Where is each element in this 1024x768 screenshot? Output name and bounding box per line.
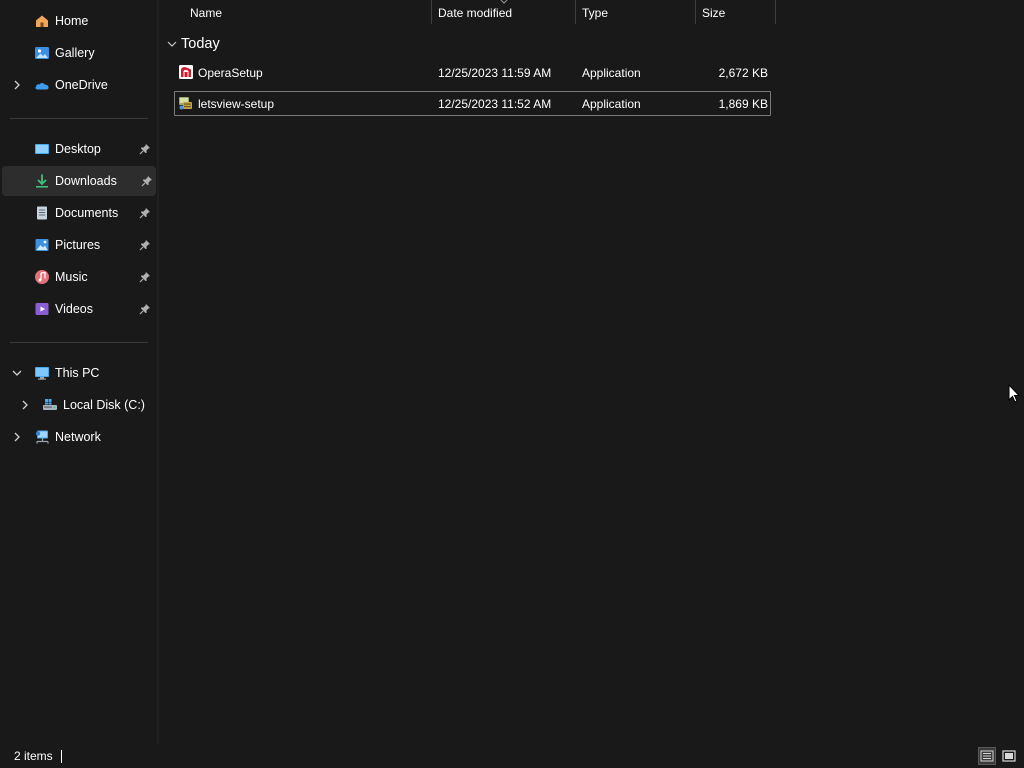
file-explorer-window: Home Gallery OneDrive Desktop Downloads …	[0, 0, 1024, 768]
pin-icon[interactable]	[140, 174, 154, 188]
opera-installer-icon	[178, 64, 194, 80]
column-header-size[interactable]: Size	[702, 0, 725, 26]
home-icon	[34, 13, 50, 29]
documents-icon	[34, 205, 50, 221]
setup-installer-icon	[178, 95, 194, 111]
group-header-today[interactable]: Today	[166, 34, 220, 54]
column-header-type[interactable]: Type	[582, 0, 608, 26]
videos-icon	[34, 301, 50, 317]
file-type: Application	[582, 96, 641, 111]
chevron-down-icon[interactable]	[11, 367, 23, 379]
sidebar-divider	[10, 118, 148, 119]
file-row-operasetup[interactable]: OperaSetup 12/25/2023 11:59 AM Applicati…	[174, 60, 771, 85]
sidebar-item-videos[interactable]: Videos	[2, 294, 154, 324]
sidebar-item-label: Gallery	[55, 46, 95, 60]
pin-icon[interactable]	[138, 206, 152, 220]
sidebar-item-label: Videos	[55, 302, 93, 316]
navigation-pane: Home Gallery OneDrive Desktop Downloads …	[0, 0, 156, 744]
pin-icon[interactable]	[138, 302, 152, 316]
item-count: 2 items	[14, 749, 53, 763]
sidebar-item-label: OneDrive	[55, 78, 108, 92]
sidebar-item-onedrive[interactable]: OneDrive	[2, 70, 154, 100]
sidebar-item-downloads[interactable]: Downloads	[2, 166, 156, 196]
chevron-right-icon[interactable]	[11, 79, 23, 91]
sidebar-item-pictures[interactable]: Pictures	[2, 230, 154, 260]
column-separator[interactable]	[575, 0, 576, 24]
column-separator[interactable]	[695, 0, 696, 24]
details-view-icon[interactable]	[978, 747, 996, 765]
sidebar-item-label: Desktop	[55, 142, 101, 156]
sidebar-item-label: Home	[55, 14, 89, 28]
sidebar-item-label: Pictures	[55, 238, 101, 252]
file-size: 1,869 KB	[718, 96, 768, 111]
file-date-modified: 12/25/2023 11:52 AM	[438, 96, 552, 111]
pictures-icon	[34, 237, 50, 253]
downloads-icon	[34, 173, 50, 189]
mouse-cursor-icon	[1008, 384, 1020, 403]
sidebar-item-label: Local Disk (C:)	[63, 398, 145, 412]
tiles-view-icon[interactable]	[1000, 747, 1018, 765]
onedrive-icon	[34, 77, 50, 93]
pin-icon[interactable]	[138, 270, 152, 284]
status-divider	[61, 750, 62, 763]
file-size: 2,672 KB	[718, 65, 768, 80]
sidebar-item-network[interactable]: Network	[2, 422, 154, 452]
chevron-right-icon[interactable]	[19, 399, 31, 411]
desktop-icon	[34, 141, 50, 157]
sidebar-item-desktop[interactable]: Desktop	[2, 134, 154, 164]
sidebar-item-documents[interactable]: Documents	[2, 198, 154, 228]
pin-icon[interactable]	[138, 238, 152, 252]
column-separator[interactable]	[431, 0, 432, 24]
sidebar-item-label: Music	[55, 270, 88, 284]
column-header-date-modified[interactable]: Date modified	[438, 0, 512, 26]
sidebar-item-label: Network	[55, 430, 101, 444]
pane-splitter[interactable]	[157, 0, 159, 744]
file-date-modified: 12/25/2023 11:59 AM	[438, 65, 552, 80]
file-row-letsview-setup[interactable]: letsview-setup 12/25/2023 11:52 AM Appli…	[174, 91, 771, 116]
sidebar-item-label: Downloads	[55, 174, 117, 188]
network-icon	[34, 429, 50, 445]
music-icon	[34, 269, 50, 285]
sidebar-item-home[interactable]: Home	[2, 6, 154, 36]
chevron-right-icon[interactable]	[11, 431, 23, 443]
sidebar-item-label: This PC	[55, 366, 100, 380]
sidebar-item-music[interactable]: Music	[2, 262, 154, 292]
file-type: Application	[582, 65, 641, 80]
file-name: letsview-setup	[198, 96, 275, 111]
file-list-pane: Name Date modified Type Size Today Opera…	[160, 0, 1024, 744]
group-title: Today	[181, 36, 220, 52]
status-bar: 2 items	[0, 744, 1024, 768]
sidebar-item-gallery[interactable]: Gallery	[2, 38, 154, 68]
sidebar-divider	[10, 342, 148, 343]
column-separator[interactable]	[775, 0, 776, 24]
this-pc-icon	[34, 365, 50, 381]
chevron-down-icon[interactable]	[166, 38, 178, 50]
gallery-icon	[34, 45, 50, 61]
sidebar-item-this-pc[interactable]: This PC	[2, 358, 154, 388]
sidebar-item-label: Documents	[55, 206, 119, 220]
sidebar-item-local-disk[interactable]: Local Disk (C:)	[2, 390, 154, 420]
local-disk-icon	[42, 397, 58, 413]
column-header-name[interactable]: Name	[190, 0, 222, 26]
file-name: OperaSetup	[198, 65, 263, 80]
pin-icon[interactable]	[138, 142, 152, 156]
